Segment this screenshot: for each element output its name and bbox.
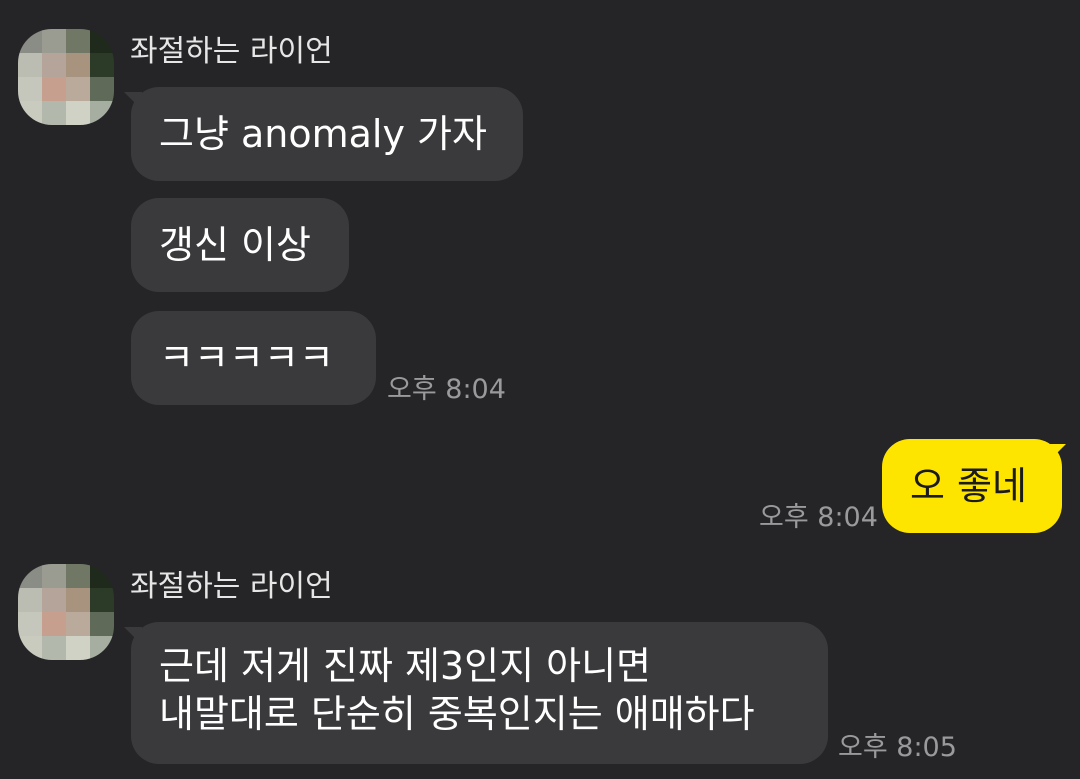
sender-name[interactable]: 좌절하는 라이언 bbox=[130, 569, 333, 605]
message-timestamp: 오후 8:04 bbox=[387, 374, 506, 405]
message-timestamp: 오후 8:04 bbox=[759, 502, 878, 533]
message-timestamp: 오후 8:05 bbox=[838, 732, 957, 763]
avatar[interactable] bbox=[18, 564, 114, 660]
message-bubble[interactable]: 갱신 이상 bbox=[131, 198, 349, 292]
my-message-bubble[interactable]: 오 좋네 bbox=[882, 439, 1062, 533]
avatar[interactable] bbox=[18, 29, 114, 125]
message-bubble[interactable]: 그냥 anomaly 가자 bbox=[131, 87, 523, 181]
sender-name[interactable]: 좌절하는 라이언 bbox=[130, 34, 333, 70]
my-bubble-tail bbox=[1048, 444, 1066, 462]
message-bubble[interactable]: 근데 저게 진짜 제3인지 아니면 내말대로 단순히 중복인지는 애매하다 bbox=[131, 622, 828, 764]
message-bubble[interactable]: ㅋㅋㅋㅋㅋ bbox=[131, 311, 376, 405]
